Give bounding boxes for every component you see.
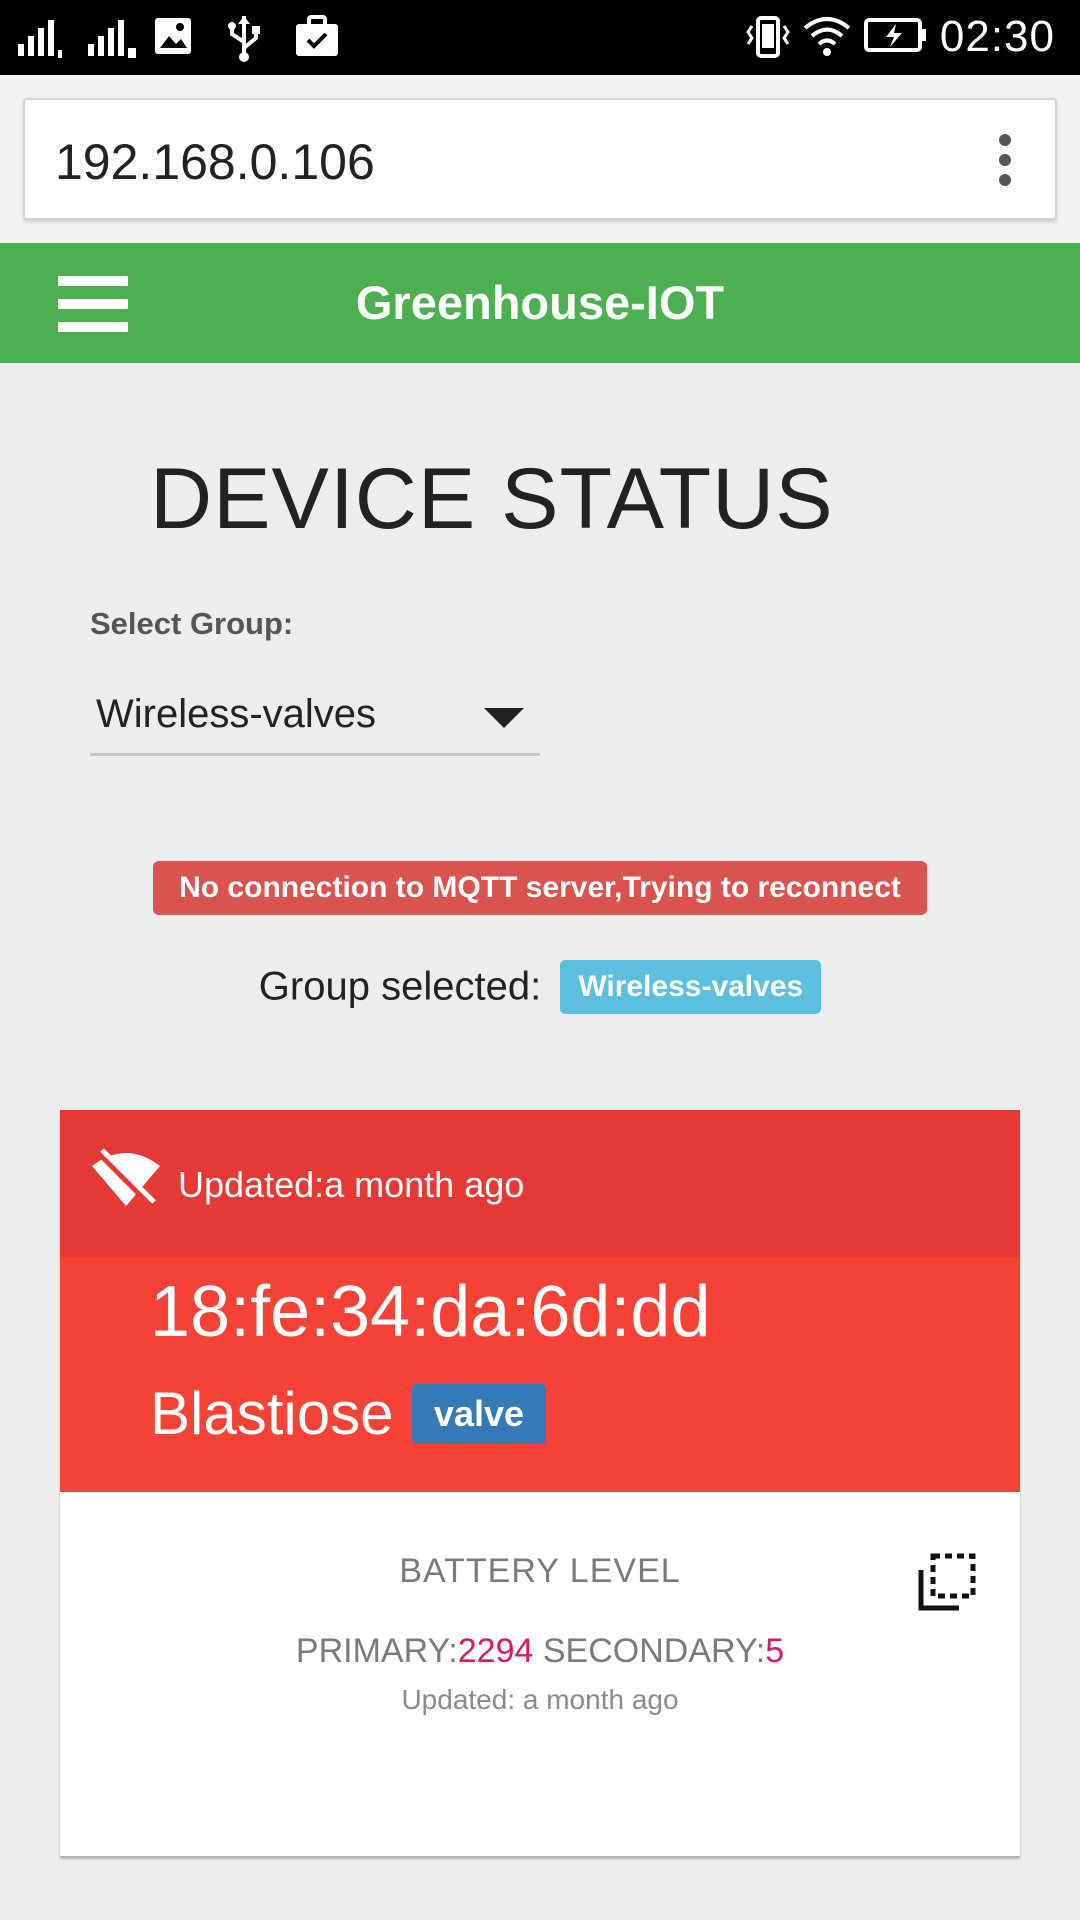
- device-card[interactable]: Updated:a month ago 18:fe:34:da:6d:dd Bl…: [60, 1110, 1020, 1856]
- device-type-badge: valve: [411, 1383, 547, 1444]
- group-select[interactable]: Wireless-valves: [90, 672, 540, 756]
- caret-down-icon[interactable]: [484, 708, 524, 728]
- select-group-label: Select Group:: [90, 606, 294, 641]
- secondary-value: 5: [765, 1632, 785, 1670]
- group-select-value[interactable]: Wireless-valves: [96, 692, 376, 737]
- device-name-line: Blastiose valve: [150, 1379, 547, 1448]
- device-card-header: Updated:a month ago: [60, 1110, 1020, 1257]
- battery-section: BATTERY LEVEL PRIMARY:2294 SECONDARY:5 U…: [60, 1492, 1020, 1856]
- battery-values: PRIMARY:2294 SECONDARY:5: [60, 1632, 1020, 1671]
- more-vert-icon[interactable]: [997, 134, 1013, 186]
- device-name: Blastiose: [150, 1380, 394, 1447]
- device-card-body: 18:fe:34:da:6d:dd Blastiose valve: [60, 1257, 1020, 1492]
- hamburger-menu-icon[interactable]: [58, 276, 128, 332]
- signal-1-icon: [18, 20, 62, 58]
- wifi-off-icon: [92, 1148, 160, 1208]
- url-bar[interactable]: 192.168.0.106: [23, 98, 1057, 220]
- clock: 02:30: [939, 12, 1055, 61]
- battery-charging-icon: [864, 18, 926, 52]
- url-text[interactable]: 192.168.0.106: [55, 133, 375, 191]
- system-status-bar: 02:30: [0, 0, 1080, 75]
- briefcase-check-icon: [296, 15, 338, 56]
- mqtt-connection-alert: No connection to MQTT server,Trying to r…: [153, 861, 927, 915]
- signal-2-icon: [88, 20, 136, 58]
- wifi-icon: [803, 17, 851, 56]
- usb-icon: [228, 16, 260, 62]
- group-selected-label: Group selected:: [258, 964, 542, 1009]
- secondary-label: SECONDARY:: [542, 1632, 766, 1670]
- page-title: DEVICE STATUS: [150, 451, 834, 547]
- primary-value: 2294: [457, 1632, 534, 1670]
- battery-level-title: BATTERY LEVEL: [399, 1552, 681, 1590]
- battery-updated-text: Updated: a month ago: [401, 1684, 679, 1715]
- image-icon: [155, 18, 191, 54]
- app-title: Greenhouse-IOT: [355, 276, 725, 329]
- flip-to-back-icon[interactable]: [917, 1552, 977, 1612]
- primary-label: PRIMARY:: [295, 1632, 458, 1670]
- group-selected-line: Group selected: Wireless-valves: [0, 960, 1080, 1014]
- device-updated-text: Updated:a month ago: [178, 1164, 525, 1205]
- vibrate-icon: [746, 16, 790, 58]
- app-navbar: Greenhouse-IOT: [0, 243, 1080, 363]
- device-mac-address: 18:fe:34:da:6d:dd: [150, 1272, 711, 1352]
- group-selected-badge: Wireless-valves: [560, 960, 822, 1014]
- browser-toolbar: 192.168.0.106: [0, 75, 1080, 243]
